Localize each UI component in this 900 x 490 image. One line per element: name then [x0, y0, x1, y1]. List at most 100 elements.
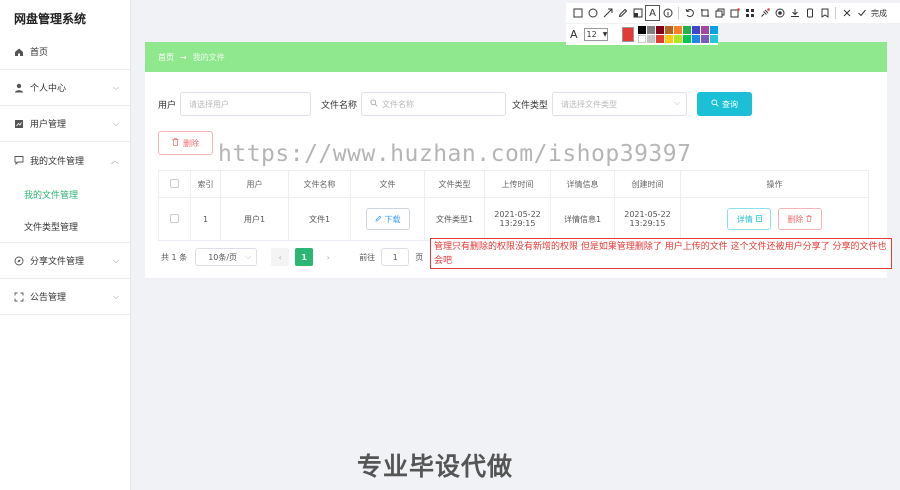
- undo-icon[interactable]: [682, 5, 697, 21]
- user-select[interactable]: 请选择用户: [180, 92, 312, 116]
- current-color-swatch[interactable]: [622, 27, 634, 42]
- color-swatch[interactable]: [683, 26, 691, 34]
- watermark: https://www.huzhan.com/ishop39397: [218, 141, 692, 167]
- home-icon: [14, 47, 24, 57]
- next-page-button[interactable]: ›: [319, 248, 337, 266]
- sidebar-item-user-manage[interactable]: 用户管理 ⌵: [0, 106, 131, 142]
- detail-button[interactable]: 详情: [727, 208, 772, 230]
- goto-page-input[interactable]: 1: [381, 248, 410, 266]
- sidebar-menu: 首页 个人中心 ⌵ 用户管理 ⌵ 我的文件管理 ︿ 我的文件管理 文件类型管理 …: [0, 34, 131, 315]
- color-swatch[interactable]: [656, 35, 664, 43]
- select-all-cell[interactable]: [158, 170, 191, 198]
- color-swatch[interactable]: [665, 35, 673, 43]
- arrow-icon[interactable]: [600, 5, 615, 21]
- color-swatch[interactable]: [665, 26, 673, 34]
- filetype-filter-label: 文件类型: [512, 100, 549, 111]
- prev-page-button[interactable]: ‹: [271, 248, 290, 266]
- detail-button-label: 详情: [736, 214, 753, 224]
- table-header: 文件类型: [424, 170, 485, 198]
- screen-record-icon[interactable]: [727, 5, 742, 21]
- color-swatch[interactable]: [638, 35, 646, 43]
- breadcrumb-home[interactable]: 首页: [158, 52, 174, 63]
- chevron-down-icon: ⌵: [112, 256, 119, 265]
- sidebar-item-home[interactable]: 首页: [0, 34, 131, 70]
- pen-icon[interactable]: [615, 5, 630, 21]
- file-table: 索引 用户 文件名称 文件 文件类型 上传时间 详情信息 创建时间 操作 1 用…: [158, 170, 869, 241]
- user-select-placeholder: 请选择用户: [189, 99, 230, 109]
- ellipse-icon[interactable]: [585, 5, 600, 21]
- document-icon: [755, 214, 762, 224]
- table-header: 操作: [680, 170, 869, 198]
- crop-icon[interactable]: [697, 5, 712, 21]
- row-select-cell[interactable]: [158, 197, 191, 241]
- color-swatch[interactable]: [674, 26, 682, 34]
- cell-upload-time: 2021-05-22 13:29:15: [484, 197, 551, 241]
- download-icon[interactable]: [787, 5, 802, 21]
- select-all-checkbox[interactable]: [170, 178, 179, 188]
- check-icon[interactable]: [854, 5, 869, 21]
- color-swatch[interactable]: [656, 26, 664, 34]
- close-icon[interactable]: [839, 5, 854, 21]
- text-tool-icon[interactable]: A: [645, 5, 660, 21]
- fullscreen-icon: [14, 292, 24, 302]
- table-header: 文件名称: [288, 170, 351, 198]
- user-icon: [14, 83, 24, 93]
- filename-input[interactable]: 文件名称: [361, 92, 507, 116]
- app-title: 网盘管理系统: [14, 12, 87, 26]
- chevron-down-icon: ⌵: [112, 119, 119, 128]
- sidebar-item-profile[interactable]: 个人中心 ⌵: [0, 70, 131, 106]
- color-swatch[interactable]: [683, 35, 691, 43]
- bookmark-icon[interactable]: [817, 5, 832, 21]
- sidebar-item-label: 个人中心: [30, 84, 67, 94]
- search-button[interactable]: 查询: [697, 92, 753, 116]
- breadcrumb-current: 我的文件: [192, 52, 225, 62]
- info-icon[interactable]: [660, 5, 675, 21]
- font-size-select[interactable]: 12 ▼: [583, 28, 609, 41]
- target-icon[interactable]: [772, 5, 787, 21]
- phone-icon[interactable]: [802, 5, 817, 21]
- sidebar-item-my-files[interactable]: 我的文件管理 ︿: [0, 142, 131, 178]
- cell-actions: 详情 删除: [680, 197, 869, 241]
- color-swatch[interactable]: [647, 35, 655, 43]
- sidebar-subitem-file-types[interactable]: 文件类型管理: [0, 210, 131, 242]
- done-button[interactable]: 完成: [871, 8, 887, 19]
- table-header: 创建时间: [614, 170, 681, 198]
- download-button[interactable]: 下载: [365, 208, 410, 230]
- color-swatch[interactable]: [710, 26, 718, 34]
- filename-input-placeholder: 文件名称: [382, 99, 415, 109]
- sidebar-item-share[interactable]: 分享文件管理 ⌵: [0, 243, 131, 279]
- row-checkbox[interactable]: [170, 213, 179, 223]
- goto-prefix: 前往: [359, 252, 376, 262]
- breadcrumb: 首页 → 我的文件: [145, 42, 887, 72]
- rectangle-icon[interactable]: [570, 5, 585, 21]
- font-size-value: 12: [586, 30, 597, 39]
- batch-delete-button[interactable]: 删除: [158, 131, 213, 155]
- download-button-label: 下载: [384, 214, 401, 224]
- row-delete-button[interactable]: 删除: [777, 208, 822, 230]
- pin-icon[interactable]: [757, 5, 772, 21]
- sidebar-item-notice[interactable]: 公告管理 ⌵: [0, 279, 131, 315]
- mosaic-icon[interactable]: [630, 5, 645, 21]
- filename-filter-label: 文件名称: [321, 100, 358, 111]
- color-swatch[interactable]: [638, 26, 646, 34]
- toolbar-divider: [835, 7, 836, 19]
- grid-icon[interactable]: [742, 5, 757, 21]
- filter-bar: 用户 请选择用户 文件名称 文件名称 文件类型 请选择文件类型 ⌵ 查询: [158, 92, 878, 116]
- current-page[interactable]: 1: [295, 248, 314, 266]
- filetype-select[interactable]: 请选择文件类型 ⌵: [552, 92, 688, 116]
- sidebar-subitem-my-files[interactable]: 我的文件管理: [0, 178, 131, 210]
- color-swatch[interactable]: [647, 26, 655, 34]
- page-size-select[interactable]: 10条/页 ⌵: [195, 248, 258, 266]
- cell-filename: 文件1: [288, 197, 351, 241]
- filetype-select-placeholder: 请选择文件类型: [561, 99, 618, 109]
- cell-detail: 详情信息1: [550, 197, 615, 241]
- table-header: 用户: [220, 170, 289, 198]
- copy-icon[interactable]: [712, 5, 727, 21]
- color-swatch[interactable]: [692, 35, 700, 43]
- color-swatch[interactable]: [701, 35, 709, 43]
- color-swatch[interactable]: [674, 35, 682, 43]
- annotation-textbox[interactable]: 管理只有删除的权限没有新增的权限 但是如果管理删除了 用户上传的文件 这个文件还…: [430, 238, 892, 269]
- color-swatch[interactable]: [701, 26, 709, 34]
- color-swatch[interactable]: [692, 26, 700, 34]
- color-swatch[interactable]: [710, 35, 718, 43]
